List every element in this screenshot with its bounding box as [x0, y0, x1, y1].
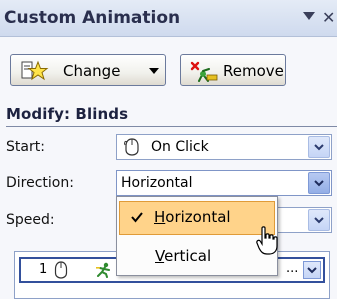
running-figure-icon — [96, 262, 110, 278]
truncated-text: ... — [286, 261, 299, 276]
change-button[interactable]: Change — [10, 54, 166, 86]
check-icon — [131, 212, 143, 223]
direction-dropdown-button[interactable] — [308, 172, 330, 194]
chevron-down-icon — [307, 267, 317, 274]
menu-item-label: Horizontal — [154, 208, 231, 226]
pane-titlebar: Custom Animation ✕ — [0, 0, 337, 37]
chevron-down-icon[interactable] — [303, 12, 315, 20]
mnemonic: H — [154, 208, 166, 226]
chevron-down-icon — [149, 68, 159, 74]
start-label: Start: — [6, 139, 45, 155]
chevron-down-icon — [314, 144, 324, 151]
effect-order: 1 — [39, 262, 48, 277]
direction-dropdown-menu: Horizontal Vertical — [116, 196, 278, 276]
close-icon[interactable]: ✕ — [322, 8, 335, 27]
speed-dropdown-button[interactable] — [308, 209, 330, 231]
remove-effect-icon — [190, 61, 218, 82]
start-combo[interactable]: On Click — [116, 134, 332, 160]
direction-label: Direction: — [6, 175, 74, 191]
chevron-down-icon — [314, 217, 324, 224]
star-icon — [21, 60, 49, 81]
label-rest: ertical — [164, 247, 212, 265]
direction-value: Horizontal — [121, 175, 193, 191]
start-dropdown-button[interactable] — [308, 136, 330, 158]
menu-item-vertical[interactable]: Vertical — [119, 239, 275, 273]
mouse-icon — [124, 138, 139, 156]
remove-button[interactable]: Remove — [180, 54, 286, 86]
label-rest: orizontal — [165, 208, 231, 226]
menu-item-horizontal[interactable]: Horizontal — [119, 201, 275, 235]
change-label: Change — [63, 62, 121, 80]
chevron-down-icon — [314, 180, 324, 187]
speed-label: Speed: — [6, 212, 55, 228]
remove-label: Remove — [223, 62, 284, 80]
mnemonic: V — [155, 247, 165, 265]
section-title: Modify: Blinds — [6, 105, 129, 123]
section-divider — [6, 126, 337, 127]
custom-animation-pane: Custom Animation ✕ Change Remove Modify:… — [0, 0, 337, 299]
pane-title: Custom Animation — [4, 8, 181, 28]
hand-cursor-icon — [256, 226, 278, 255]
menu-item-label: Vertical — [155, 247, 211, 265]
mouse-icon — [54, 261, 68, 279]
start-value: On Click — [151, 139, 209, 155]
direction-combo[interactable]: Horizontal — [116, 170, 332, 196]
list-item-dropdown-button[interactable] — [303, 261, 321, 279]
